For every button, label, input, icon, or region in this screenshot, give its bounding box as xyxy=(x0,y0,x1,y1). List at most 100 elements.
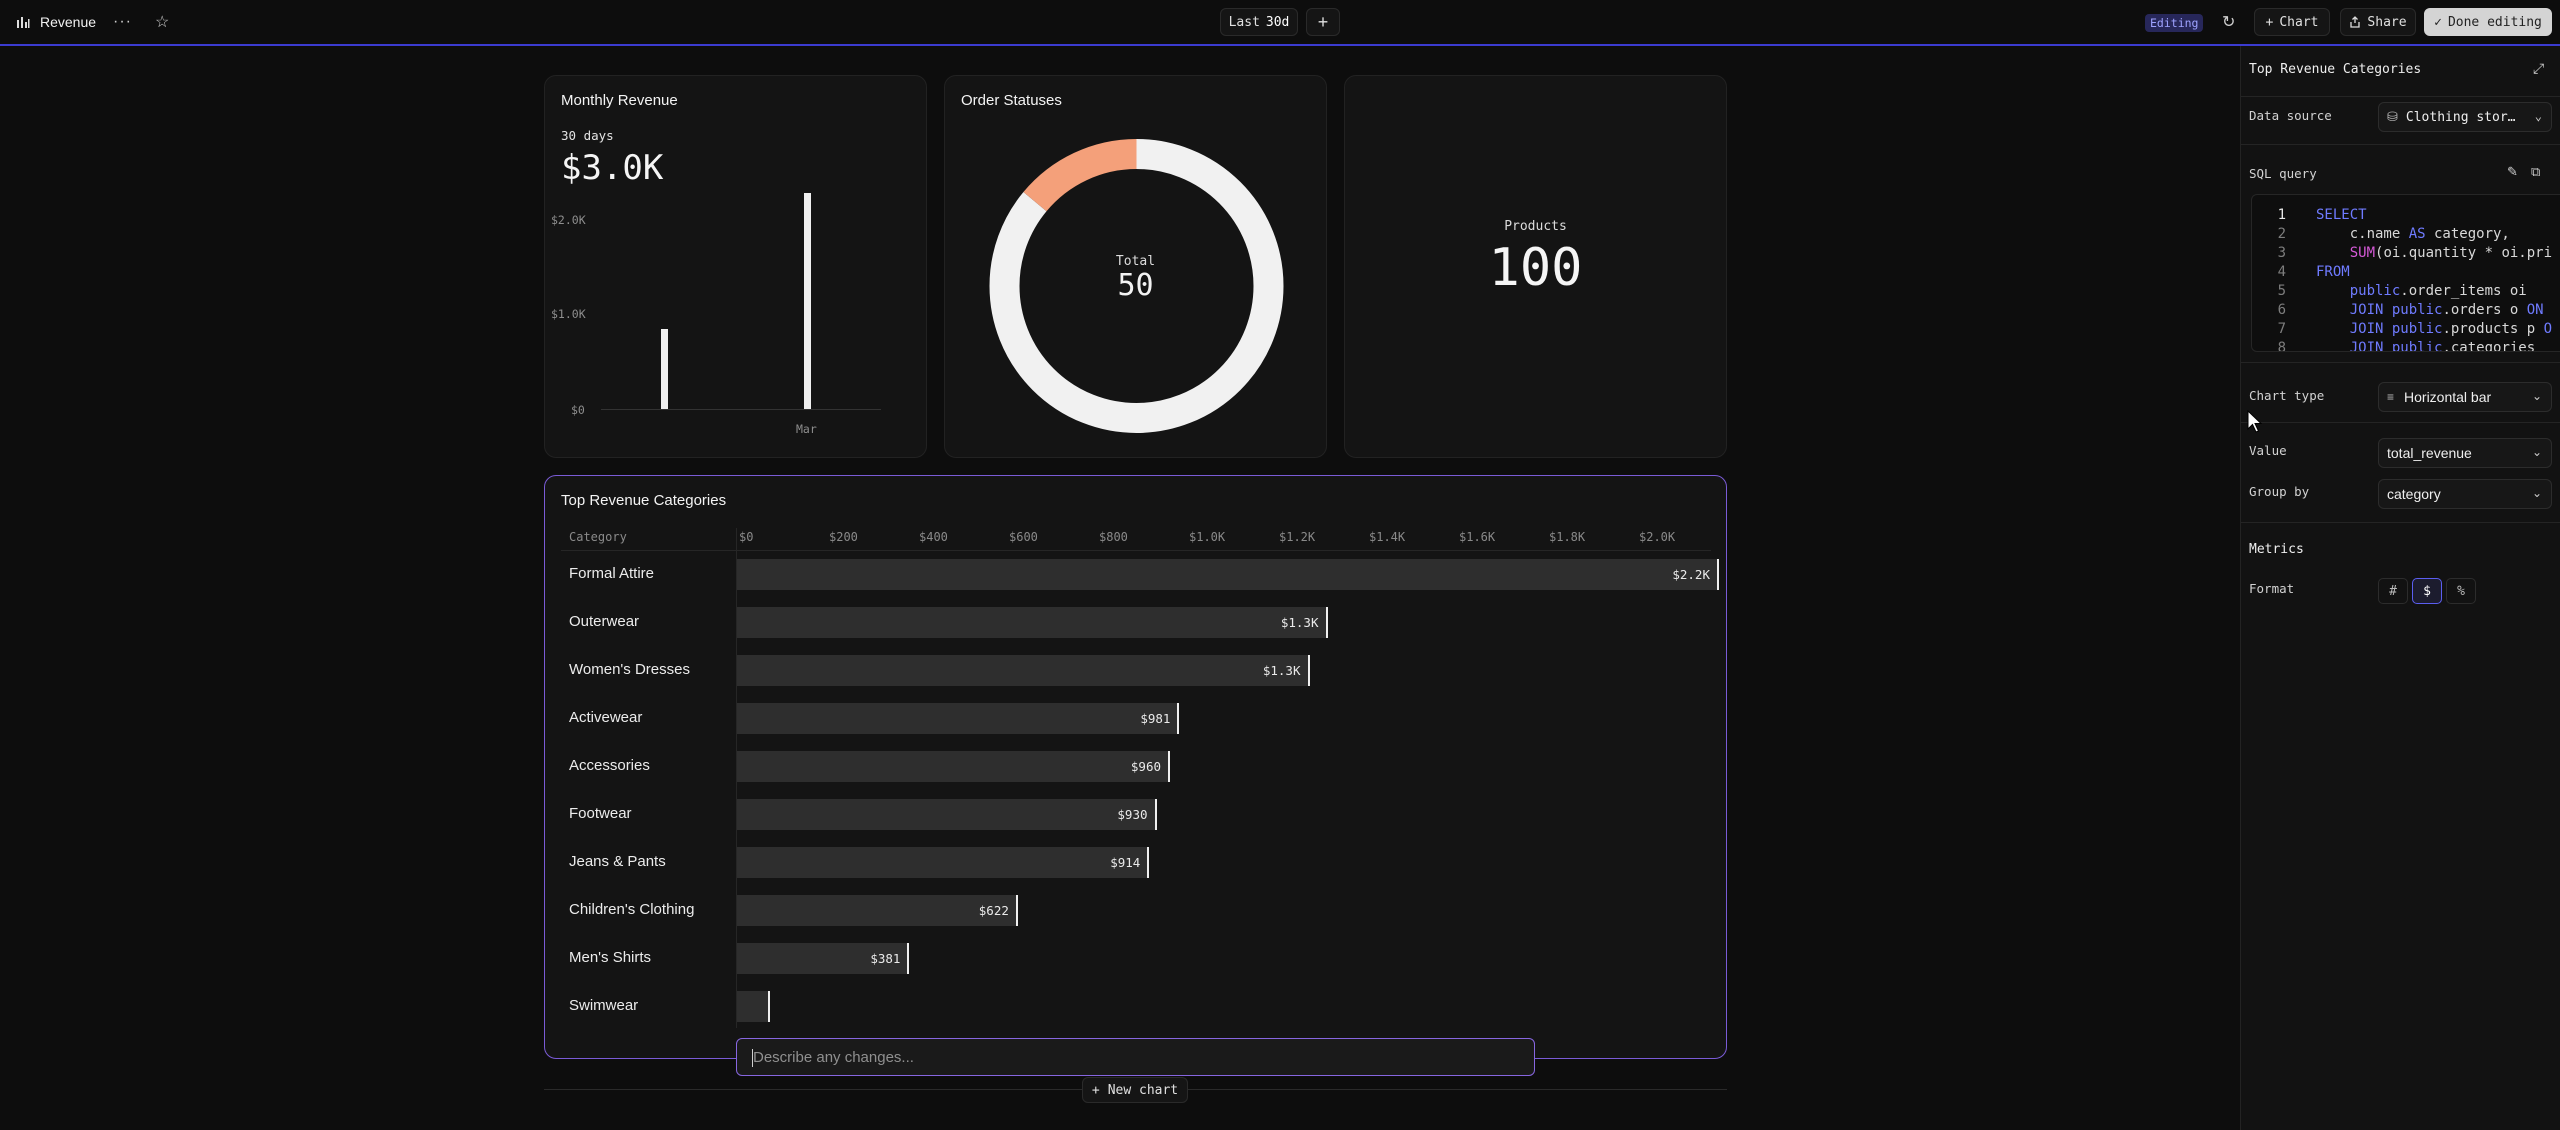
value-select[interactable]: total_revenue ⌄ xyxy=(2378,438,2552,468)
group-by-label: Group by xyxy=(2249,484,2310,499)
revenue-bar[interactable] xyxy=(737,559,1718,590)
category-bar-row[interactable]: Children's Clothing $622 xyxy=(561,887,1711,935)
share-button[interactable]: Share xyxy=(2340,8,2416,36)
code-text: c.name AS category, xyxy=(2316,226,2510,242)
group-by-select[interactable]: category ⌄ xyxy=(2378,479,2552,509)
add-filter-button[interactable]: + xyxy=(1306,8,1340,36)
bar-value-label: $930 xyxy=(1117,807,1148,822)
category-bar-row[interactable]: Footwear $930 xyxy=(561,791,1711,839)
line-number: 4 xyxy=(2277,264,2286,280)
value-label: Value xyxy=(2249,443,2287,458)
category-label: Activewear xyxy=(569,709,643,726)
refresh-icon[interactable]: ↻ xyxy=(2222,12,2235,32)
dashboard-title-group[interactable]: Revenue xyxy=(16,0,96,44)
describe-changes-input[interactable]: Describe any changes... xyxy=(736,1038,1535,1076)
more-options-icon[interactable]: ··· xyxy=(113,0,132,44)
category-label: Footwear xyxy=(569,805,632,822)
top-revenue-categories-card[interactable]: Top Revenue Categories Category $0 $200 $4… xyxy=(544,475,1727,1059)
x-tick-label: $1.6K xyxy=(1459,530,1496,544)
line-number: 7 xyxy=(2277,321,2286,337)
star-icon[interactable]: ☆ xyxy=(155,0,169,44)
expand-icon[interactable]: ⤢ xyxy=(2533,60,2544,77)
code-token: SUM xyxy=(2349,245,2376,261)
format-label: Format xyxy=(2249,581,2295,596)
code-line: 3 SUM(oi.quantity * oi.pri xyxy=(2252,245,2560,264)
code-text: JOIN public.orders o ON xyxy=(2316,302,2544,318)
value-value: total_revenue xyxy=(2387,445,2472,461)
order-statuses-card[interactable]: Order Statuses Total 50 xyxy=(944,75,1327,458)
category-bar-row[interactable]: Activewear $981 xyxy=(561,695,1711,743)
code-token: c.name xyxy=(2316,226,2409,242)
x-tick-label: $400 xyxy=(919,530,948,544)
revenue-bar[interactable] xyxy=(804,192,811,409)
done-editing-button[interactable]: ✓ Done editing xyxy=(2424,8,2552,36)
data-source-select[interactable]: ⛁ Clothing stor… ⌄ xyxy=(2378,102,2552,132)
code-line: 5 public.order_items oi xyxy=(2252,283,2560,302)
revenue-bar[interactable] xyxy=(737,607,1327,638)
category-label: Accessories xyxy=(569,757,650,774)
code-token: (oi.quantity * oi.pri xyxy=(2375,245,2553,261)
plus-icon: + xyxy=(2265,14,2274,30)
bar-value-label: $381 xyxy=(870,951,901,966)
date-range-button[interactable]: Last 30d xyxy=(1220,8,1298,36)
horizontal-bar-icon: ≡ xyxy=(2387,390,2395,404)
code-text: SELECT xyxy=(2316,207,2367,223)
monthly-revenue-card[interactable]: Monthly Revenue 30 days $3.0K $2.0K $1.0… xyxy=(544,75,927,458)
donut-center-label: Total xyxy=(1115,254,1156,269)
category-column-header: Category xyxy=(569,530,627,544)
category-bar-row[interactable]: Formal Attire $2.2K xyxy=(561,551,1719,599)
code-token: AS xyxy=(2408,226,2426,242)
format-currency-button[interactable]: $ xyxy=(2412,578,2442,604)
copy-icon[interactable]: ⧉ xyxy=(2531,164,2540,180)
check-icon: ✓ xyxy=(2434,14,2442,30)
bar-end-marker xyxy=(907,943,910,974)
category-label: Children's Clothing xyxy=(569,901,695,918)
editing-badge: Editing xyxy=(2145,14,2204,32)
kpi-label: Products xyxy=(1504,219,1567,234)
edit-icon[interactable]: ✎ xyxy=(2507,164,2518,180)
bar-end-marker xyxy=(1154,799,1157,830)
add-chart-button[interactable]: + Chart xyxy=(2254,8,2330,36)
bar-value-label: $1.3K xyxy=(1280,615,1319,630)
category-bar-row[interactable]: Outerwear $1.3K xyxy=(561,599,1711,647)
divider xyxy=(2241,522,2560,523)
revenue-bar[interactable] xyxy=(661,329,668,409)
card-title: Top Revenue Categories xyxy=(561,492,727,509)
x-axis-line xyxy=(601,409,881,410)
code-text: SUM(oi.quantity * oi.pri xyxy=(2316,245,2552,261)
bar-end-marker xyxy=(1325,607,1328,638)
sql-editor[interactable]: 1 SELECT 2 c.name AS category, 3 SUM(oi.qua… xyxy=(2251,194,2560,352)
category-label: Women's Dresses xyxy=(569,661,690,678)
text-caret xyxy=(752,1049,753,1067)
bar-value-label: $622 xyxy=(978,903,1009,918)
dashboard-title: Revenue xyxy=(40,14,97,30)
line-number: 3 xyxy=(2277,245,2286,261)
code-line: 7 JOIN public.products p O xyxy=(2252,321,2560,340)
x-tick-label: $800 xyxy=(1099,530,1128,544)
chart-type-select[interactable]: ≡ Horizontal bar ⌄ xyxy=(2378,382,2552,412)
bar-end-marker xyxy=(1168,751,1170,782)
code-line: 8 JOIN public.categories xyxy=(2252,340,2560,351)
bar-value-label: $960 xyxy=(1130,759,1161,774)
period-label: 30 days xyxy=(561,128,614,143)
revenue-bar[interactable] xyxy=(737,991,769,1022)
divider xyxy=(2241,96,2560,97)
date-range-value: 30d xyxy=(1265,14,1290,30)
bar-chart-icon xyxy=(17,17,30,28)
new-chart-button[interactable]: + New chart xyxy=(1082,1077,1188,1103)
format-number-button[interactable]: # xyxy=(2378,578,2408,604)
products-card[interactable]: Products 100 xyxy=(1344,75,1727,458)
category-bar-row[interactable]: Men's Shirts $381 xyxy=(561,935,1711,983)
bar-value-label: $1.3K xyxy=(1262,663,1301,678)
category-bar-row[interactable]: Swimwear xyxy=(561,983,1711,1031)
share-icon xyxy=(2350,16,2361,28)
code-text: JOIN public.categories xyxy=(2316,340,2535,351)
category-bar-row[interactable]: Women's Dresses $1.3K xyxy=(561,647,1711,695)
metrics-title: Metrics xyxy=(2249,542,2304,557)
code-token: .products p xyxy=(2442,321,2544,337)
format-percent-button[interactable]: % xyxy=(2446,578,2476,604)
category-bar-row[interactable]: Jeans & Pants $914 xyxy=(561,839,1711,887)
category-bar-row[interactable]: Accessories $960 xyxy=(561,743,1711,791)
